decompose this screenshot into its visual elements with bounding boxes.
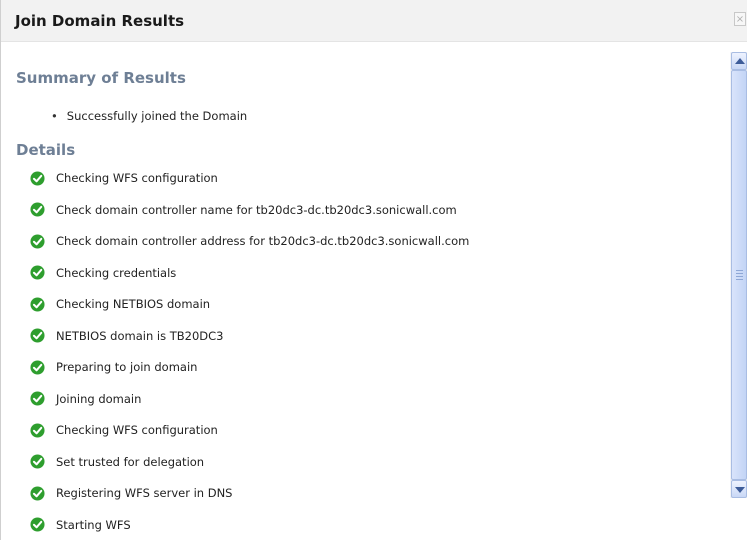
step-label: Checking credentials: [56, 265, 177, 280]
check-circle-icon: [30, 170, 45, 186]
chevron-down-icon: [735, 487, 745, 493]
step-label: Joining domain: [56, 391, 142, 406]
details-step: Starting WFS: [30, 516, 131, 534]
details-step: Checking WFS configuration: [30, 421, 218, 439]
check-circle-icon: [30, 202, 45, 217]
close-button[interactable]: ×: [734, 12, 746, 26]
join-domain-results-dialog: Join Domain Results × Summary of Results…: [0, 0, 747, 540]
scroll-down-button[interactable]: [731, 480, 747, 498]
chevron-up-icon: [735, 58, 745, 64]
scroll-up-button[interactable]: [731, 52, 747, 70]
check-circle-icon: [30, 265, 45, 280]
summary-item: Successfully joined the Domain: [51, 109, 247, 123]
check-circle-icon: [30, 422, 45, 438]
details-heading: Details: [16, 141, 76, 159]
vertical-scrollbar[interactable]: [730, 52, 747, 498]
step-label: NETBIOS domain is TB20DC3: [56, 328, 224, 343]
scroll-grip-line: [736, 273, 743, 274]
close-icon: ×: [735, 14, 745, 25]
summary-heading: Summary of Results: [16, 69, 186, 87]
details-step: Registering WFS server in DNS: [30, 484, 232, 502]
scroll-grip-line: [736, 279, 743, 280]
details-step: NETBIOS domain is TB20DC3: [30, 327, 224, 345]
step-label: Check domain controller name for tb20dc3…: [56, 202, 457, 217]
step-label: Check domain controller address for tb20…: [56, 234, 470, 248]
check-circle-icon: [30, 454, 45, 469]
check-circle-icon: [30, 517, 45, 532]
check-circle-icon: [30, 391, 45, 406]
step-label: Starting WFS: [56, 517, 131, 532]
scroll-grip-line: [736, 276, 743, 277]
details-step: Joining domain: [30, 390, 141, 408]
check-circle-icon: [30, 328, 45, 343]
results-content: Summary of Results Successfully joined t…: [1, 42, 729, 540]
scroll-thumb[interactable]: [731, 70, 747, 480]
details-step: Check domain controller address for tb20…: [30, 232, 469, 250]
details-step: Preparing to join domain: [30, 358, 197, 376]
details-step: Checking credentials: [30, 264, 176, 282]
step-label: Checking WFS configuration: [56, 423, 218, 437]
details-step: Checking NETBIOS domain: [30, 295, 210, 313]
check-circle-icon: [30, 485, 45, 501]
step-label: Set trusted for delegation: [56, 454, 205, 469]
step-label: Registering WFS server in DNS: [56, 486, 233, 500]
dialog-titlebar: Join Domain Results ×: [1, 0, 747, 42]
step-label: Checking WFS configuration: [56, 171, 218, 185]
check-circle-icon: [30, 296, 45, 312]
details-step: Set trusted for delegation: [30, 453, 204, 471]
check-circle-icon: [30, 233, 45, 249]
step-label: Checking NETBIOS domain: [56, 297, 211, 311]
details-step: Checking WFS configuration: [30, 169, 218, 187]
scroll-grip-line: [736, 270, 743, 271]
step-label: Preparing to join domain: [56, 360, 198, 374]
details-step: Check domain controller name for tb20dc3…: [30, 201, 457, 219]
check-circle-icon: [30, 359, 45, 375]
dialog-title: Join Domain Results: [15, 12, 185, 30]
